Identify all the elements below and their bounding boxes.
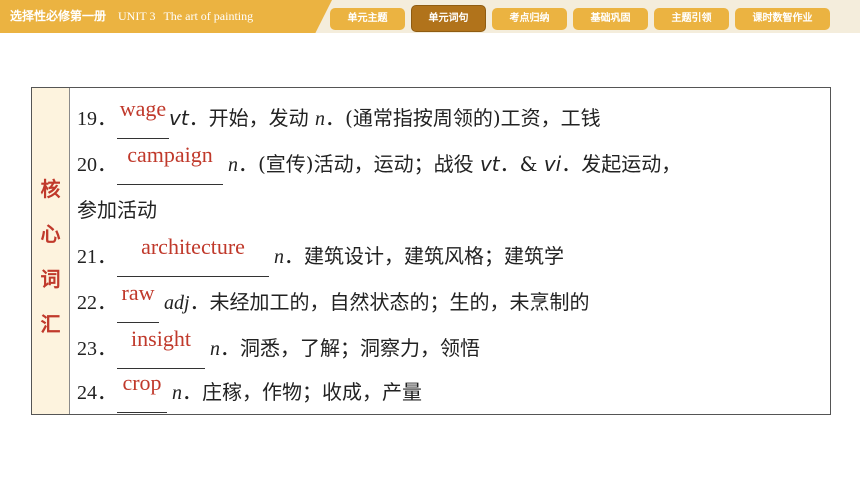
answer-blank: campaign <box>117 142 223 185</box>
entry-definition: n．庄稼，作物；收成，产量 <box>167 380 422 404</box>
tab-unit-theme[interactable]: 单元主题 <box>330 8 405 30</box>
part-of-speech: n <box>315 108 326 130</box>
tab-unit-vocabulary[interactable]: 单元词句 <box>411 5 486 32</box>
answer-blank: insight <box>117 326 205 369</box>
part-of-speech: n <box>167 382 182 404</box>
answer-text: insight <box>131 326 191 351</box>
vocab-entry-19: 19． wage vt．开始，发动 n．(通常指按周领的)工资，工钱 <box>77 96 601 139</box>
entry-number: 21． <box>77 246 117 268</box>
part-of-speech: adj <box>159 292 190 314</box>
answer-text: crop <box>122 370 162 395</box>
definition-text: ．发起运动， <box>561 152 682 176</box>
answer-text: raw <box>121 280 155 305</box>
unit-topic: The art of painting <box>163 9 254 23</box>
vocab-entry-23: 23． insight n．洞悉，了解；洞察力，领悟 <box>77 326 480 369</box>
definition-text: ．未经加工的，自然状态的；生的，未烹制的 <box>189 290 590 314</box>
tab-basic-practice[interactable]: 基础巩固 <box>573 8 648 30</box>
vocab-entry-21: 21． architecture n．建筑设计，建筑风格；建筑学 <box>77 234 564 277</box>
vocab-entry-22: 22． raw adj．未经加工的，自然状态的；生的，未烹制的 <box>77 280 590 323</box>
tab-homework[interactable]: 课时数智作业 <box>735 8 830 30</box>
answer-blank: raw <box>117 280 159 323</box>
entry-definition: vt．开始，发动 n．(通常指按周领的)工资，工钱 <box>169 106 601 130</box>
entry-number: 22． <box>77 292 117 314</box>
entry-number: 19． <box>77 108 117 130</box>
entry-definition: n．(宣传)活动，运动；战役 vt．& vi．发起运动， <box>223 152 681 176</box>
answer-blank: wage <box>117 96 169 139</box>
vocab-entry-24: 24． crop n．庄稼，作物；收成，产量 <box>77 370 422 413</box>
tab-key-points[interactable]: 考点归纳 <box>492 8 567 30</box>
book-title: 选择性必修第一册 <box>10 9 107 23</box>
part-of-speech: n <box>269 246 284 268</box>
vocab-entry-20-continued: 参加活动 <box>77 190 157 230</box>
part-of-speech: n <box>205 338 220 360</box>
definition-text: 参加活动 <box>77 198 157 222</box>
course-label: 选择性必修第一册 UNIT 3 The art of painting <box>0 0 332 33</box>
part-of-speech: vi <box>543 152 562 176</box>
tab-theme-guide[interactable]: 主题引领 <box>654 8 729 30</box>
part-of-speech: vt <box>479 152 500 176</box>
answer-blank: crop <box>117 370 167 413</box>
entry-number: 20． <box>77 154 117 176</box>
entry-definition: adj．未经加工的，自然状态的；生的，未烹制的 <box>159 290 590 314</box>
entry-definition: 参加活动 <box>77 198 157 222</box>
entry-number: 23． <box>77 338 117 360</box>
definition-text: ．建筑设计，建筑风格；建筑学 <box>284 244 564 268</box>
section-label-char: 心 <box>40 222 61 246</box>
unit-label: UNIT 3 <box>118 9 156 23</box>
answer-text: wage <box>119 96 167 121</box>
top-bar: 选择性必修第一册 UNIT 3 The art of painting 单元主题 单… <box>0 0 860 33</box>
entry-number: 24． <box>77 382 117 404</box>
answer-text: architecture <box>141 234 245 259</box>
entry-definition: n．洞悉，了解；洞察力，领悟 <box>205 336 480 360</box>
section-label: 核 心 词 汇 <box>32 88 70 414</box>
entry-definition: n．建筑设计，建筑风格；建筑学 <box>269 244 564 268</box>
section-label-char: 词 <box>40 267 61 291</box>
definition-text: ．(宣传)活动，运动；战役 <box>238 152 480 176</box>
answer-text: campaign <box>127 142 213 167</box>
definition-text: ．开始，发动 <box>188 106 316 130</box>
definition-text: ．& <box>499 152 544 176</box>
definition-text: ．洞悉，了解；洞察力，领悟 <box>220 336 480 360</box>
definition-text: ．庄稼，作物；收成，产量 <box>182 380 422 404</box>
section-label-char: 汇 <box>40 312 61 336</box>
answer-blank: architecture <box>117 234 269 277</box>
part-of-speech: n <box>223 154 238 176</box>
section-label-char: 核 <box>40 177 61 201</box>
definition-text: ．(通常指按周领的)工资，工钱 <box>325 106 601 130</box>
vocab-entry-20: 20． campaign n．(宣传)活动，运动；战役 vt．& vi．发起运动， <box>77 142 681 185</box>
part-of-speech: vt <box>169 106 189 130</box>
